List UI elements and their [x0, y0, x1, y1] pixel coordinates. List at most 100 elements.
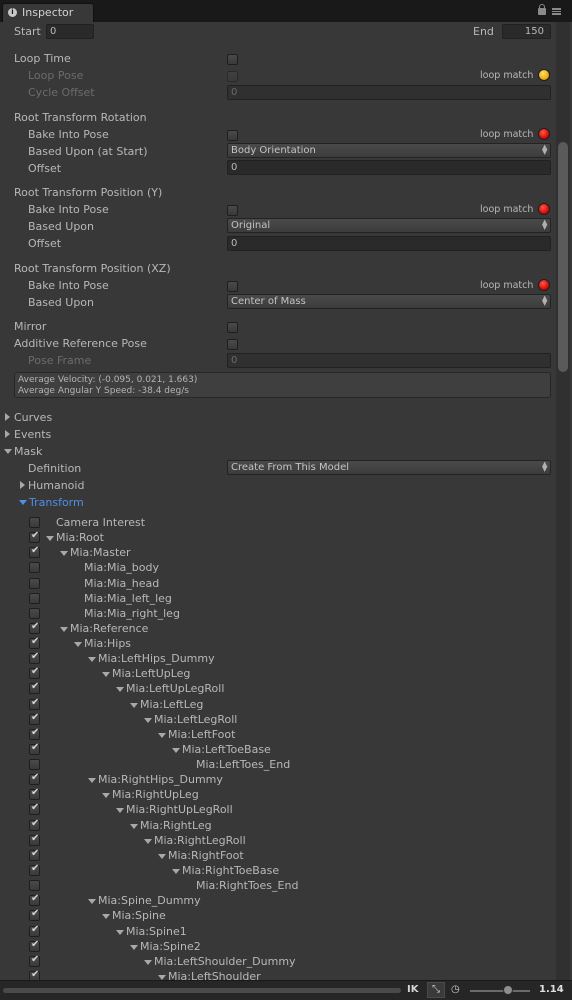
tree-row-checkbox[interactable]: [29, 577, 40, 589]
tree-row-checkbox[interactable]: [29, 727, 40, 740]
tree-expand-arrow-icon[interactable]: [144, 838, 152, 844]
tree-row-checkbox[interactable]: [29, 545, 40, 559]
tree-expand-arrow-icon[interactable]: [88, 899, 96, 905]
tree-row-label[interactable]: Mia:Reference: [70, 622, 148, 636]
tree-row-checkbox[interactable]: [29, 681, 40, 695]
tree-row-label[interactable]: Mia:Spine: [112, 909, 166, 923]
additive-checkbox[interactable]: [227, 339, 238, 350]
position-y-bake-checkbox[interactable]: [227, 205, 238, 216]
start-field[interactable]: 0: [46, 24, 94, 39]
tab-inspector[interactable]: i Inspector: [2, 3, 94, 22]
tree-row-label[interactable]: Mia:RightToeBase: [182, 864, 279, 878]
tree-row-label[interactable]: Mia:RightUpLeg: [112, 788, 199, 802]
tree-expand-arrow-icon[interactable]: [88, 778, 96, 784]
cycle-offset-field[interactable]: 0: [227, 85, 551, 100]
tree-expand-arrow-icon[interactable]: [102, 793, 110, 799]
playback-speed-slider-thumb[interactable]: [503, 985, 513, 995]
playback-speed-slider[interactable]: [470, 990, 530, 992]
tree-row-checkbox[interactable]: [29, 592, 40, 604]
transform-foldout-arrow-icon[interactable]: [19, 500, 27, 505]
tree-row-checkbox[interactable]: [29, 697, 40, 710]
tree-row-label[interactable]: Mia:LeftLegRoll: [154, 713, 237, 727]
end-field[interactable]: 150: [502, 24, 551, 39]
tree-expand-arrow-icon[interactable]: [130, 702, 138, 708]
ik-toggle-button[interactable]: IK: [407, 984, 418, 995]
tree-row-checkbox[interactable]: [29, 833, 40, 846]
tree-expand-arrow-icon[interactable]: [88, 657, 96, 663]
curves-foldout[interactable]: Curves: [14, 411, 52, 425]
humanoid-foldout[interactable]: Humanoid: [28, 479, 84, 493]
tree-row-label[interactable]: Mia:RightLegRoll: [154, 834, 246, 848]
mirror-checkbox[interactable]: [227, 322, 238, 333]
tree-row-label[interactable]: Camera Interest: [56, 516, 145, 530]
tree-expand-arrow-icon[interactable]: [172, 747, 180, 753]
tree-row-label[interactable]: Mia:LeftHips_Dummy: [98, 652, 215, 666]
position-xz-bake-checkbox[interactable]: [227, 281, 238, 292]
definition-dropdown[interactable]: Create From This Model ▲ ▼: [227, 460, 551, 475]
vertical-scrollbar[interactable]: [556, 22, 570, 980]
tree-row-checkbox[interactable]: [29, 562, 40, 574]
tree-expand-arrow-icon[interactable]: [116, 687, 124, 693]
tree-expand-arrow-icon[interactable]: [74, 642, 82, 648]
transform-foldout[interactable]: Transform: [29, 496, 84, 510]
rotation-bake-checkbox[interactable]: [227, 130, 238, 141]
tree-row-label[interactable]: Mia:RightHips_Dummy: [98, 773, 223, 787]
tree-row-checkbox[interactable]: [29, 666, 40, 680]
events-foldout-arrow-icon[interactable]: [5, 430, 10, 438]
tree-row-checkbox[interactable]: [29, 636, 40, 650]
position-y-offset-field[interactable]: 0: [227, 236, 551, 251]
curves-foldout-arrow-icon[interactable]: [5, 413, 10, 421]
tree-row-label[interactable]: Mia:LeftShoulder_Dummy: [154, 955, 296, 969]
tree-row-checkbox[interactable]: [29, 759, 40, 771]
tree-row-checkbox[interactable]: [29, 954, 40, 967]
tree-row-label[interactable]: Mia:LeftToes_End: [196, 758, 290, 772]
tree-row-checkbox[interactable]: [29, 863, 40, 876]
tree-row-label[interactable]: Mia:RightFoot: [168, 849, 244, 863]
tree-row-checkbox[interactable]: [29, 880, 40, 892]
tree-row-label[interactable]: Mia:Root: [56, 531, 104, 545]
mask-foldout[interactable]: Mask: [14, 445, 42, 459]
tree-row-checkbox[interactable]: [29, 818, 40, 831]
tree-row-label[interactable]: Mia:Mia_head: [84, 577, 159, 591]
tree-expand-arrow-icon[interactable]: [158, 732, 166, 738]
horizontal-scrollbar[interactable]: [3, 988, 401, 993]
tree-expand-arrow-icon[interactable]: [102, 914, 110, 920]
position-y-based-upon-dropdown[interactable]: Original ▲ ▼: [227, 218, 551, 233]
humanoid-foldout-arrow-icon[interactable]: [20, 481, 25, 489]
tree-row-checkbox[interactable]: [29, 621, 40, 634]
loop-pose-checkbox[interactable]: [227, 71, 238, 82]
tree-expand-arrow-icon[interactable]: [130, 823, 138, 829]
tree-row-label[interactable]: Mia:RightUpLegRoll: [126, 803, 233, 817]
tree-row-label[interactable]: Mia:Mia_left_leg: [84, 592, 172, 606]
tree-row-checkbox[interactable]: [29, 802, 40, 816]
tree-row-label[interactable]: Mia:Mia_right_leg: [84, 607, 180, 621]
tree-expand-arrow-icon[interactable]: [130, 944, 138, 950]
tree-row-label[interactable]: Mia:Mia_body: [84, 561, 159, 575]
tree-expand-arrow-icon[interactable]: [116, 808, 124, 814]
tree-expand-arrow-icon[interactable]: [172, 868, 180, 874]
tree-row-label[interactable]: Mia:Spine_Dummy: [98, 894, 201, 908]
position-xz-based-upon-dropdown[interactable]: Center of Mass ▲ ▼: [227, 294, 551, 309]
tree-row-checkbox[interactable]: [29, 517, 40, 528]
pose-frame-field[interactable]: 0: [227, 353, 551, 368]
tree-row-label[interactable]: Mia:Hips: [84, 637, 131, 651]
rotation-based-upon-dropdown[interactable]: Body Orientation ▲ ▼: [227, 143, 551, 158]
tree-row-checkbox[interactable]: [29, 908, 40, 922]
rotation-offset-field[interactable]: 0: [227, 160, 551, 175]
tree-expand-arrow-icon[interactable]: [102, 672, 110, 678]
tree-row-checkbox[interactable]: [29, 848, 40, 861]
tree-row-label[interactable]: Mia:LeftFoot: [168, 728, 235, 742]
tree-row-checkbox[interactable]: [29, 607, 40, 619]
tree-expand-arrow-icon[interactable]: [158, 853, 166, 859]
menu-icon[interactable]: [552, 8, 561, 15]
pivot-icon[interactable]: ⤡: [427, 982, 445, 998]
tree-row-label[interactable]: Mia:LeftUpLegRoll: [126, 682, 224, 696]
tree-row-checkbox[interactable]: [29, 772, 40, 786]
tree-row-checkbox[interactable]: [29, 924, 40, 937]
tree-row-checkbox[interactable]: [29, 893, 40, 907]
lock-icon[interactable]: [538, 4, 546, 15]
tree-expand-arrow-icon[interactable]: [144, 959, 152, 965]
tree-row-label[interactable]: Mia:Spine2: [140, 940, 201, 954]
tree-expand-arrow-icon[interactable]: [60, 626, 68, 632]
tree-row-label[interactable]: Mia:Spine1: [126, 925, 187, 939]
